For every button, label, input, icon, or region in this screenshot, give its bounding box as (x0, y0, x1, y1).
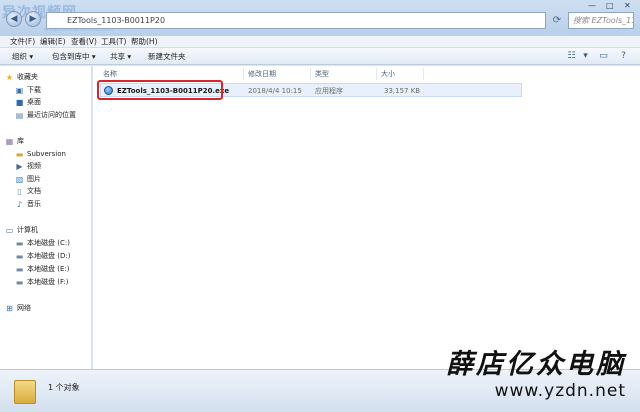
address-bar[interactable]: EZTools_1103-B0011P20 (46, 12, 546, 29)
desktop-icon: ■ (15, 98, 24, 107)
nav-network[interactable]: ⊞ 网络 (0, 302, 92, 314)
brand-url: www.yzdn.net (494, 381, 626, 401)
nav-libraries[interactable]: ▦ 库 (0, 135, 92, 147)
maximize-button[interactable]: □ (606, 1, 614, 11)
nav-recent[interactable]: ▤ 最近访问的位置 (0, 109, 92, 121)
document-icon: ▯ (17, 187, 22, 196)
menu-edit[interactable]: 编辑(E) (40, 37, 66, 47)
nav-computer[interactable]: ▭ 计算机 (0, 224, 92, 236)
nav-music[interactable]: ♪ 音乐 (0, 198, 92, 210)
nav-drive-f[interactable]: ▬ 本地磁盘 (F:) (0, 276, 92, 288)
refresh-icon[interactable]: ⟳ (550, 12, 564, 29)
brand-watermark: 薛店亿众电脑 www.yzdn.net (446, 350, 626, 402)
menu-view[interactable]: 查看(V) (71, 37, 97, 47)
file-date: 2018/4/4 10:15 (248, 87, 302, 95)
computer-icon: ▭ (5, 226, 14, 235)
nav-downloads[interactable]: ▣ 下载 (0, 84, 92, 96)
title-bar: 异次视频网 www.runbenetd60.com — □ ✕ ◀ ▶ EZTo… (0, 0, 640, 36)
navigation-pane: ★ 收藏夹 ▣ 下载 ■ 桌面 ▤ 最近访问的位置 ▦ 库 ▬ Subversi… (0, 66, 92, 369)
close-button[interactable]: ✕ (624, 1, 631, 11)
view-dropdown-icon[interactable]: ▾ (580, 51, 591, 62)
nav-documents[interactable]: ▯ 文档 (0, 185, 92, 197)
menu-bar: 文件(F) 编辑(E) 查看(V) 工具(T) 帮助(H) (0, 36, 640, 48)
picture-icon: ▧ (15, 175, 24, 184)
nav-drive-c[interactable]: ▬ 本地磁盘 (C:) (0, 237, 92, 249)
view-options-icon[interactable]: ☷ (566, 51, 577, 62)
menu-tools[interactable]: 工具(T) (101, 37, 126, 47)
nav-videos[interactable]: ▶ 视频 (0, 160, 92, 172)
command-bar: 组织 ▾ 包含到库中 ▾ 共享 ▾ 新建文件夹 ☷ ▾ ▭ ? (0, 48, 640, 65)
share-button[interactable]: 共享 ▾ (110, 51, 131, 62)
file-list: 名称 修改日期 类型 大小 EZTools_1103-B0011P20.exe … (93, 66, 640, 369)
column-separator[interactable] (243, 68, 244, 80)
search-input[interactable]: 搜索 EZTools_1103-... (568, 12, 634, 29)
new-folder-button[interactable]: 新建文件夹 (148, 51, 186, 62)
nav-drive-e[interactable]: ▬ 本地磁盘 (E:) (0, 263, 92, 275)
nav-subversion[interactable]: ▬ Subversion (0, 148, 92, 160)
video-icon: ▶ (16, 162, 23, 171)
nav-desktop[interactable]: ■ 桌面 (0, 96, 92, 108)
drive-icon: ▬ (15, 265, 24, 274)
organize-button[interactable]: 组织 ▾ (12, 51, 33, 62)
nav-favorites[interactable]: ★ 收藏夹 (0, 71, 92, 83)
column-name[interactable]: 名称 (103, 69, 117, 79)
preview-pane-icon[interactable]: ▭ (598, 51, 609, 62)
drive-icon: ▬ (15, 278, 24, 287)
menu-file[interactable]: 文件(F) (10, 37, 35, 47)
back-button[interactable]: ◀ (6, 11, 22, 27)
file-type: 应用程序 (315, 87, 343, 95)
drive-icon: ▬ (15, 239, 24, 248)
star-icon: ★ (5, 73, 14, 82)
network-icon: ⊞ (6, 304, 13, 313)
column-separator[interactable] (310, 68, 311, 80)
highlight-box (97, 80, 223, 100)
column-date[interactable]: 修改日期 (248, 69, 276, 79)
brand-name: 薛店亿众电脑 (446, 349, 626, 380)
column-size[interactable]: 大小 (381, 69, 395, 79)
download-folder-icon: ▣ (15, 86, 24, 95)
folder-icon (14, 380, 36, 404)
file-size: 33,157 KB (384, 87, 421, 95)
recent-places-icon: ▤ (15, 111, 24, 120)
help-icon[interactable]: ? (618, 51, 629, 62)
column-separator[interactable] (376, 68, 377, 80)
column-type[interactable]: 类型 (315, 69, 329, 79)
nav-pictures[interactable]: ▧ 图片 (0, 173, 92, 185)
folder-icon: ▬ (15, 150, 24, 159)
status-count: 1 个对象 (48, 383, 80, 392)
forward-button[interactable]: ▶ (25, 11, 41, 27)
column-separator[interactable] (423, 68, 424, 80)
nav-drive-d[interactable]: ▬ 本地磁盘 (D:) (0, 250, 92, 262)
menu-help[interactable]: 帮助(H) (131, 37, 158, 47)
include-in-library-button[interactable]: 包含到库中 ▾ (52, 51, 96, 62)
library-icon: ▦ (5, 137, 14, 146)
music-icon: ♪ (16, 200, 23, 209)
address-path: EZTools_1103-B0011P20 (67, 16, 166, 25)
drive-icon: ▬ (15, 252, 24, 261)
minimize-button[interactable]: — (588, 1, 596, 11)
